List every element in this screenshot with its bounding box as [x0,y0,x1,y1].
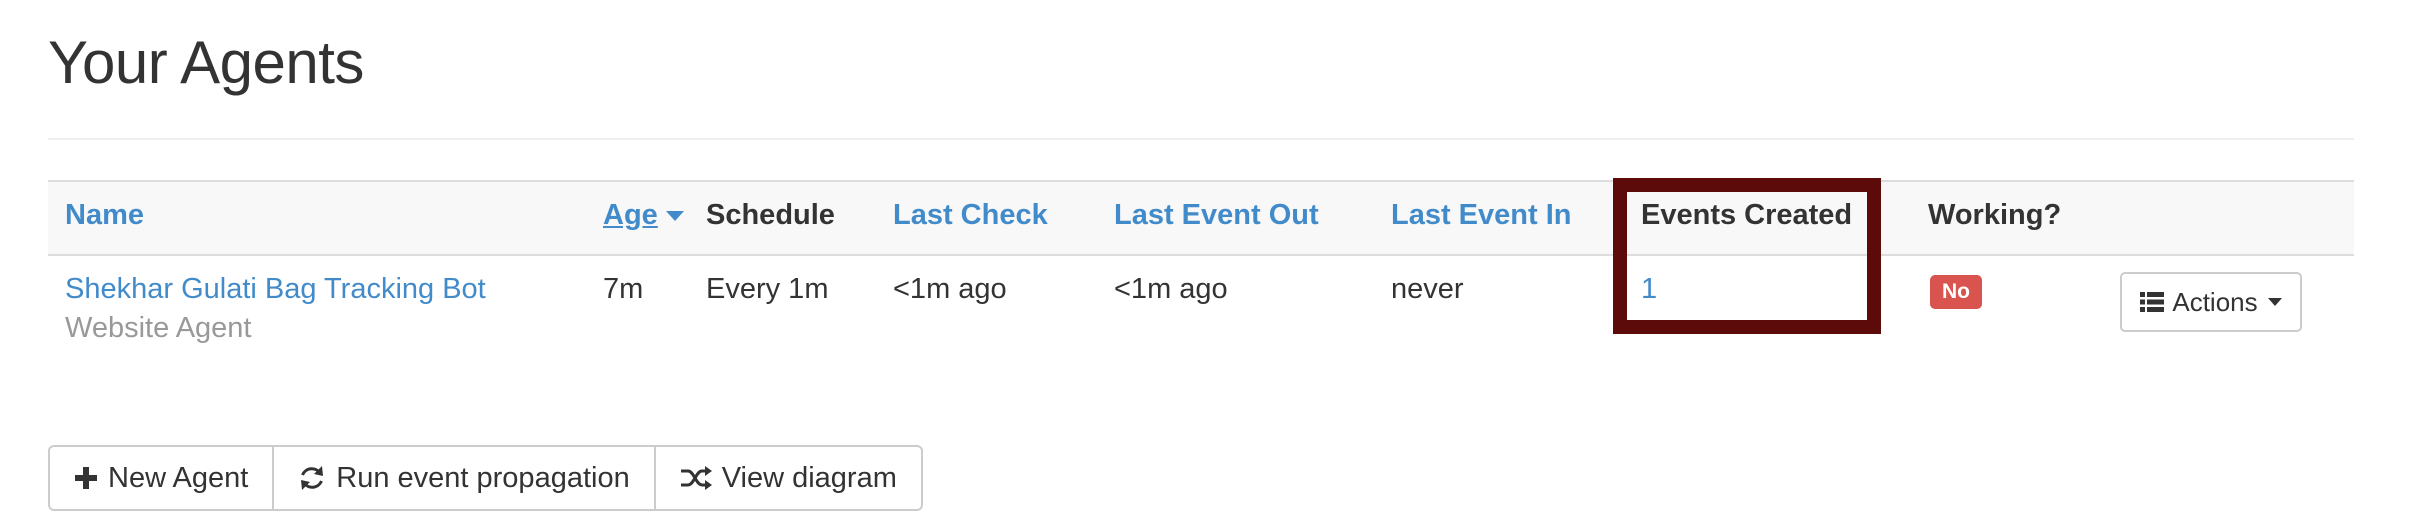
column-header-last-event-in[interactable]: Last Event In [1391,199,1572,232]
agent-name-link[interactable]: Shekhar Gulati Bag Tracking Bot [65,273,486,306]
new-agent-button[interactable]: New Agent [50,447,272,509]
refresh-icon [298,464,326,492]
new-agent-label: New Agent [108,461,249,494]
list-icon [2140,291,2165,313]
agent-last-event-in: never [1391,273,1464,305]
view-diagram-label: View diagram [721,461,897,494]
actions-dropdown-button[interactable]: Actions [2120,272,2302,332]
random-icon [680,465,712,491]
column-header-schedule: Schedule [706,199,835,231]
sort-caret-down-icon [665,211,684,222]
column-header-age[interactable]: Age [603,199,684,232]
column-header-working: Working? [1928,199,2062,231]
events-created-highlight-box [1613,178,1881,334]
actions-label: Actions [2172,286,2258,317]
page-title: Your Agents [48,29,364,96]
column-header-last-event-out[interactable]: Last Event Out [1114,199,1319,232]
plus-icon [74,466,98,490]
agent-type: Website Agent [65,312,252,344]
agent-last-event-out: <1m ago [1114,273,1228,305]
agent-actions-button-group: New Agent Run event propagation View dia… [48,445,923,511]
agent-age: 7m [603,273,644,305]
caret-down-icon [2267,298,2282,306]
working-status-badge: No [1930,275,1982,309]
title-divider [48,138,2354,140]
column-header-name[interactable]: Name [65,199,144,232]
column-header-age-label: Age [603,199,658,231]
run-event-propagation-label: Run event propagation [336,461,630,494]
column-header-last-check[interactable]: Last Check [893,199,1048,232]
view-diagram-button[interactable]: View diagram [653,447,921,509]
agent-schedule: Every 1m [706,273,829,305]
run-event-propagation-button[interactable]: Run event propagation [272,447,653,509]
agent-last-check: <1m ago [893,273,1007,305]
